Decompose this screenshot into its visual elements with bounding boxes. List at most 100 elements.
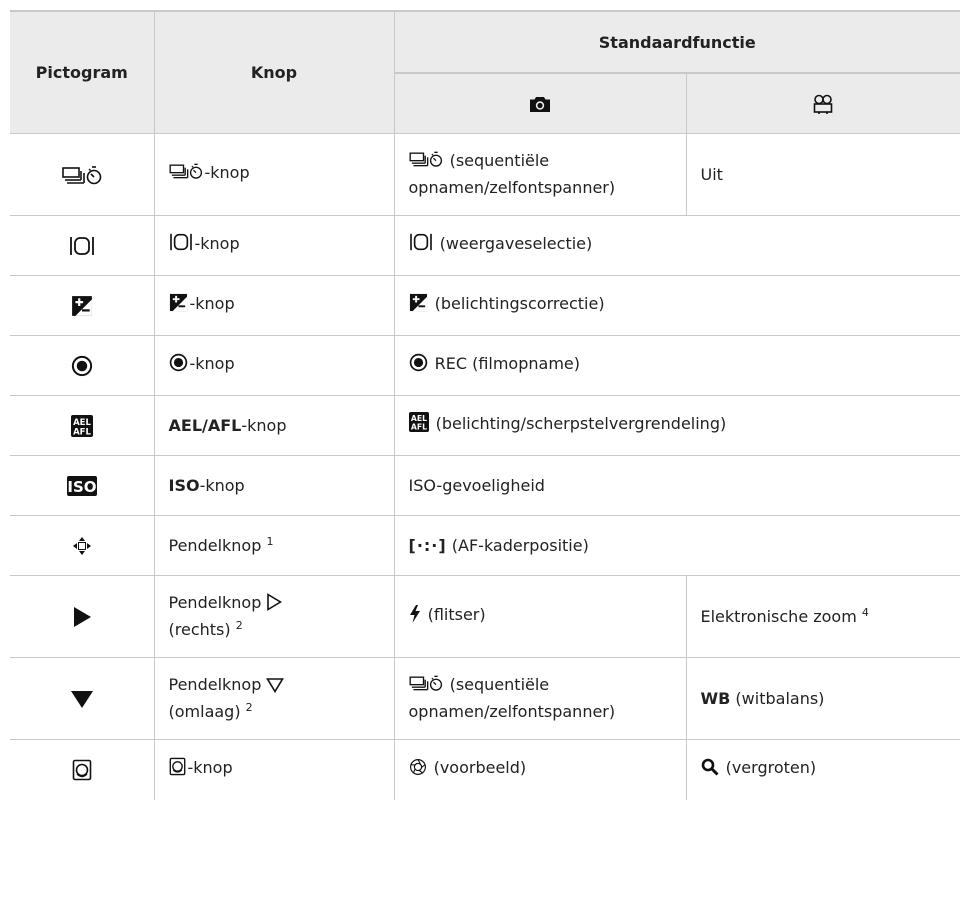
af-target-glyph: [·:·] xyxy=(408,535,447,555)
movie-bold-label: WB xyxy=(700,688,731,708)
knop-suffix: -knop xyxy=(194,234,240,253)
knop-direction: (rechts) xyxy=(168,620,231,639)
function-cell: (belichting/scherpstelvergrendeling) xyxy=(393,395,960,456)
table-row: -knop (sequentiële opnamen/zelfontspanne… xyxy=(10,133,960,216)
knop-cell: -knop xyxy=(153,275,395,336)
pictogram-cell xyxy=(10,275,155,336)
photo-function-text: (voorbeeld) xyxy=(428,758,527,778)
header-photo-mode xyxy=(394,72,687,134)
photo-function-cell: (voorbeeld) xyxy=(393,739,687,800)
function-text: (AF-kaderpositie) xyxy=(446,535,589,555)
function-text: (belichting/scherpstelvergrendeling) xyxy=(430,414,727,433)
knop-suffix: -knop xyxy=(241,415,287,435)
triangle-down-icon xyxy=(70,689,94,709)
movie-function-cell: WB (witbalans) xyxy=(685,657,960,740)
pictogram-cell xyxy=(10,215,155,276)
footnote-marker: 2 xyxy=(245,701,253,714)
table-row: Pendelknop (omlaag) 2 (sequentiële opnam… xyxy=(10,657,960,740)
display-selection-icon xyxy=(169,232,193,259)
preview-icon xyxy=(409,758,427,783)
knop-bold-label: AEL/AFL xyxy=(168,415,242,435)
knop-cell: Pendelknop (rechts) 2 xyxy=(153,575,395,658)
magnifier-icon xyxy=(701,758,719,783)
knop-cell: -knop xyxy=(153,335,395,396)
sequential-self-timer-icon xyxy=(169,161,203,188)
ael-afl-icon xyxy=(71,415,93,437)
footnote-marker: 1 xyxy=(266,534,274,548)
rec-icon xyxy=(409,353,428,379)
header-pictogram: Pictogram xyxy=(10,10,155,134)
knop-cell: Pendelknop 1 xyxy=(153,515,395,576)
camera-icon xyxy=(529,95,551,113)
table-row: -knop (voorbeeld) (vergroten) xyxy=(10,739,960,800)
movie-camera-icon xyxy=(812,94,834,114)
preview-button-icon xyxy=(72,759,92,781)
function-text: (weergaveselectie) xyxy=(434,234,593,253)
knop-suffix: -knop xyxy=(189,354,235,373)
knop-suffix: -knop xyxy=(187,758,233,778)
pictogram-cell xyxy=(10,455,155,516)
header-standaardfunctie: Standaardfunctie xyxy=(393,10,960,74)
pictogram-cell xyxy=(10,657,155,740)
knop-cell: -knop xyxy=(153,215,395,276)
knop-cell: -knop xyxy=(153,739,395,800)
knop-cell: ISO-knop xyxy=(153,455,395,516)
sequential-self-timer-icon xyxy=(409,149,443,176)
button-function-table: Pictogram Knop Standaardfunctie -knop (s… xyxy=(10,10,960,800)
function-cell: [·:·] (AF-kaderpositie) xyxy=(393,515,960,576)
function-cell: ISO-gevoeligheid xyxy=(393,455,960,516)
footnote-marker: 2 xyxy=(235,619,243,632)
movie-function-cell: Elektronische zoom 4 xyxy=(685,575,960,658)
knop-cell: Pendelknop (omlaag) 2 xyxy=(153,657,395,740)
pictogram-cell xyxy=(10,575,155,658)
movie-function-cell: Uit xyxy=(685,133,960,216)
movie-function-cell: (vergroten) xyxy=(685,739,960,800)
pictogram-cell xyxy=(10,515,155,576)
function-text: ISO-gevoeligheid xyxy=(408,475,545,495)
movie-function-text: (vergroten) xyxy=(720,758,817,778)
knop-suffix: -knop xyxy=(189,294,235,313)
photo-function-cell: (sequentiële opnamen/zelfontspanner) xyxy=(393,657,687,740)
table-row: AEL/AFL-knop (belichting/scherpstelvergr… xyxy=(10,395,960,456)
exposure-compensation-icon xyxy=(169,293,188,319)
arrow-pad-icon xyxy=(71,535,93,557)
ael-afl-icon xyxy=(409,412,429,439)
sequential-self-timer-icon xyxy=(409,673,443,700)
knop-suffix: -knop xyxy=(199,475,245,495)
preview-button-icon xyxy=(169,757,186,783)
knop-direction: (omlaag) xyxy=(168,702,241,721)
knop-bold-label: ISO xyxy=(168,475,200,495)
triangle-right-outline-icon xyxy=(266,593,283,618)
rec-icon xyxy=(169,353,188,379)
function-text: (belichtingscorrectie) xyxy=(429,294,605,313)
exposure-compensation-icon xyxy=(71,295,93,317)
knop-suffix: -knop xyxy=(204,163,250,182)
photo-function-cell: (sequentiële opnamen/zelfontspanner) xyxy=(393,133,687,216)
header-movie-mode xyxy=(685,72,960,134)
function-text: REC (filmopname) xyxy=(429,354,580,373)
sequential-self-timer-icon xyxy=(62,163,102,187)
iso-icon xyxy=(67,476,97,496)
pictogram-cell xyxy=(10,133,155,216)
display-selection-icon xyxy=(409,232,433,259)
exposure-compensation-icon xyxy=(409,293,428,319)
table-row: Pendelknop 1 [·:·] (AF-kaderpositie) xyxy=(10,515,960,576)
knop-label: Pendelknop xyxy=(168,535,262,555)
knop-cell: AEL/AFL-knop xyxy=(153,395,395,456)
flash-icon xyxy=(409,605,421,630)
pictogram-cell xyxy=(10,335,155,396)
table-row: -knop (belichtingscorrectie) xyxy=(10,275,960,336)
table-row: -knop (weergaveselectie) xyxy=(10,215,960,276)
knop-label: Pendelknop xyxy=(168,593,262,612)
pictogram-cell xyxy=(10,395,155,456)
knop-cell: -knop xyxy=(153,133,395,216)
movie-function-text: (witbalans) xyxy=(730,688,825,708)
photo-function-text: (flitser) xyxy=(422,605,486,624)
table-row: ISO-knop ISO-gevoeligheid xyxy=(10,455,960,516)
header-knop: Knop xyxy=(153,10,395,134)
display-selection-icon xyxy=(68,235,96,257)
function-cell: REC (filmopname) xyxy=(393,335,960,396)
triangle-down-outline-icon xyxy=(266,676,285,700)
pictogram-cell xyxy=(10,739,155,800)
knop-label: Pendelknop xyxy=(168,675,262,694)
